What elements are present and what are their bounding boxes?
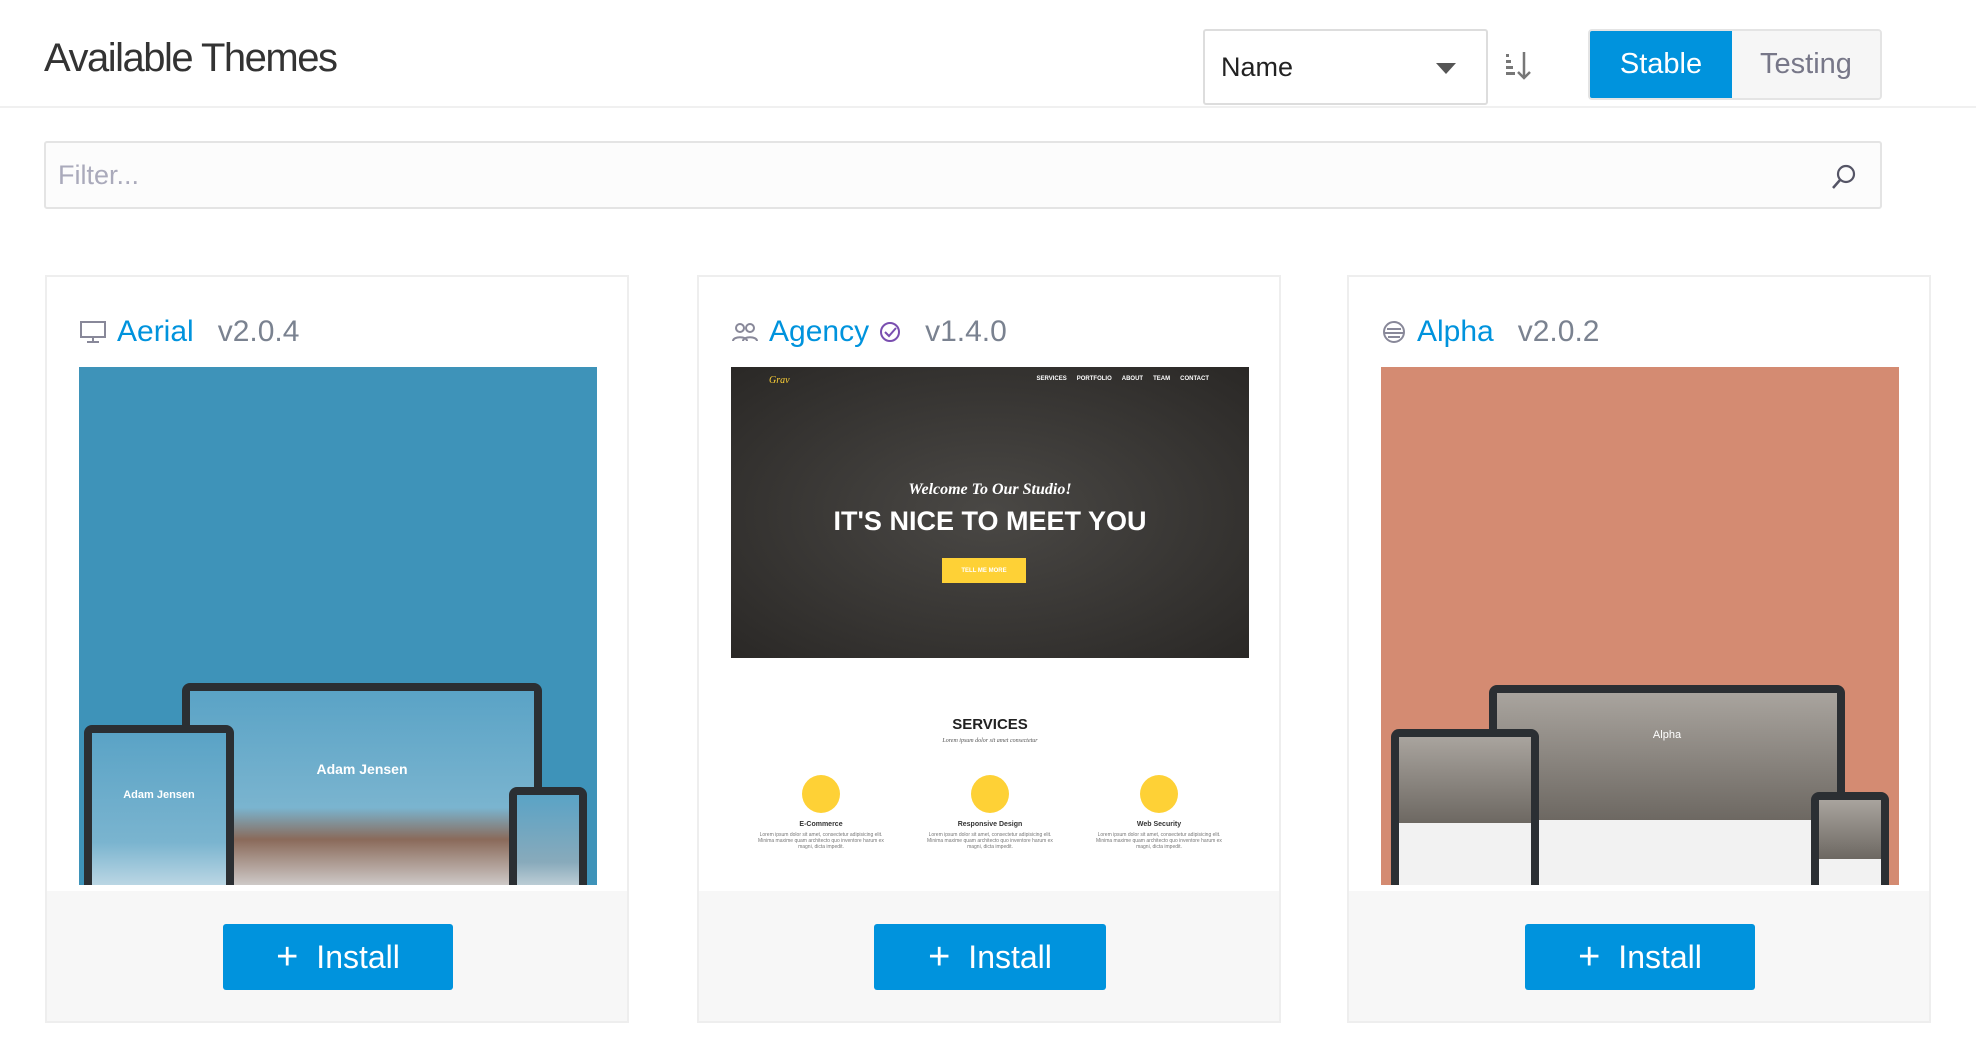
page-title: Available Themes: [44, 36, 338, 80]
preview-name: Adam Jensen: [316, 761, 408, 777]
chevron-down-icon: [1436, 63, 1456, 74]
sort-select[interactable]: Name: [1203, 29, 1488, 105]
plus-icon: +: [276, 935, 299, 978]
verified-icon: [880, 322, 901, 342]
cart-icon: [802, 775, 840, 813]
theme-version: v2.0.2: [1517, 315, 1600, 348]
theme-preview[interactable]: Grav SERVICES PORTFOLIO ABOUT TEAM CONTACT W…: [731, 367, 1249, 885]
theme-name[interactable]: Alpha: [1417, 315, 1494, 349]
theme-preview[interactable]: Adam Jensen Adam Jensen: [79, 367, 597, 885]
header-divider: [0, 106, 1976, 108]
search-icon[interactable]: [1830, 163, 1858, 191]
sort-direction-icon[interactable]: [1504, 50, 1532, 82]
theme-preview[interactable]: Alpha: [1381, 367, 1899, 885]
users-icon: [732, 323, 758, 342]
theme-card-aerial: Aerial v2.0.4 Adam Jensen Adam Jensen + In…: [45, 275, 629, 1023]
card-footer: + Install: [699, 891, 1279, 1021]
theme-version: v2.0.4: [217, 315, 300, 348]
filter-input[interactable]: [46, 143, 1746, 207]
sort-select-value: Name: [1221, 51, 1294, 82]
preview-name: Alpha: [1652, 729, 1682, 741]
toggle-testing[interactable]: Testing: [1732, 31, 1880, 98]
filter-field: [44, 141, 1882, 209]
theme-card-alpha: Alpha v2.0.2 Alpha + Install: [1347, 275, 1931, 1023]
theme-version: v1.4.0: [925, 315, 1007, 348]
theme-name[interactable]: Aerial: [117, 315, 194, 349]
install-button[interactable]: + Install: [223, 924, 453, 990]
preview-name-small: Adam Jensen: [123, 789, 195, 801]
theme-card-agency: Agency v1.4.0 Grav SERVICES PORTFOLIO ABOU…: [697, 275, 1281, 1023]
card-footer: + Install: [47, 891, 627, 1021]
install-button[interactable]: + Install: [1525, 924, 1755, 990]
toggle-stable[interactable]: Stable: [1590, 31, 1732, 98]
install-button[interactable]: + Install: [874, 924, 1106, 990]
plus-icon: +: [1578, 935, 1601, 978]
theme-name[interactable]: Agency: [769, 315, 869, 349]
lock-icon: [1140, 775, 1178, 813]
laptop-icon: [971, 775, 1009, 813]
theme-icon: [1383, 321, 1405, 343]
channel-toggle: Stable Testing: [1588, 29, 1882, 100]
plus-icon: +: [928, 935, 951, 978]
desktop-icon: [80, 321, 106, 343]
card-footer: + Install: [1349, 891, 1929, 1021]
